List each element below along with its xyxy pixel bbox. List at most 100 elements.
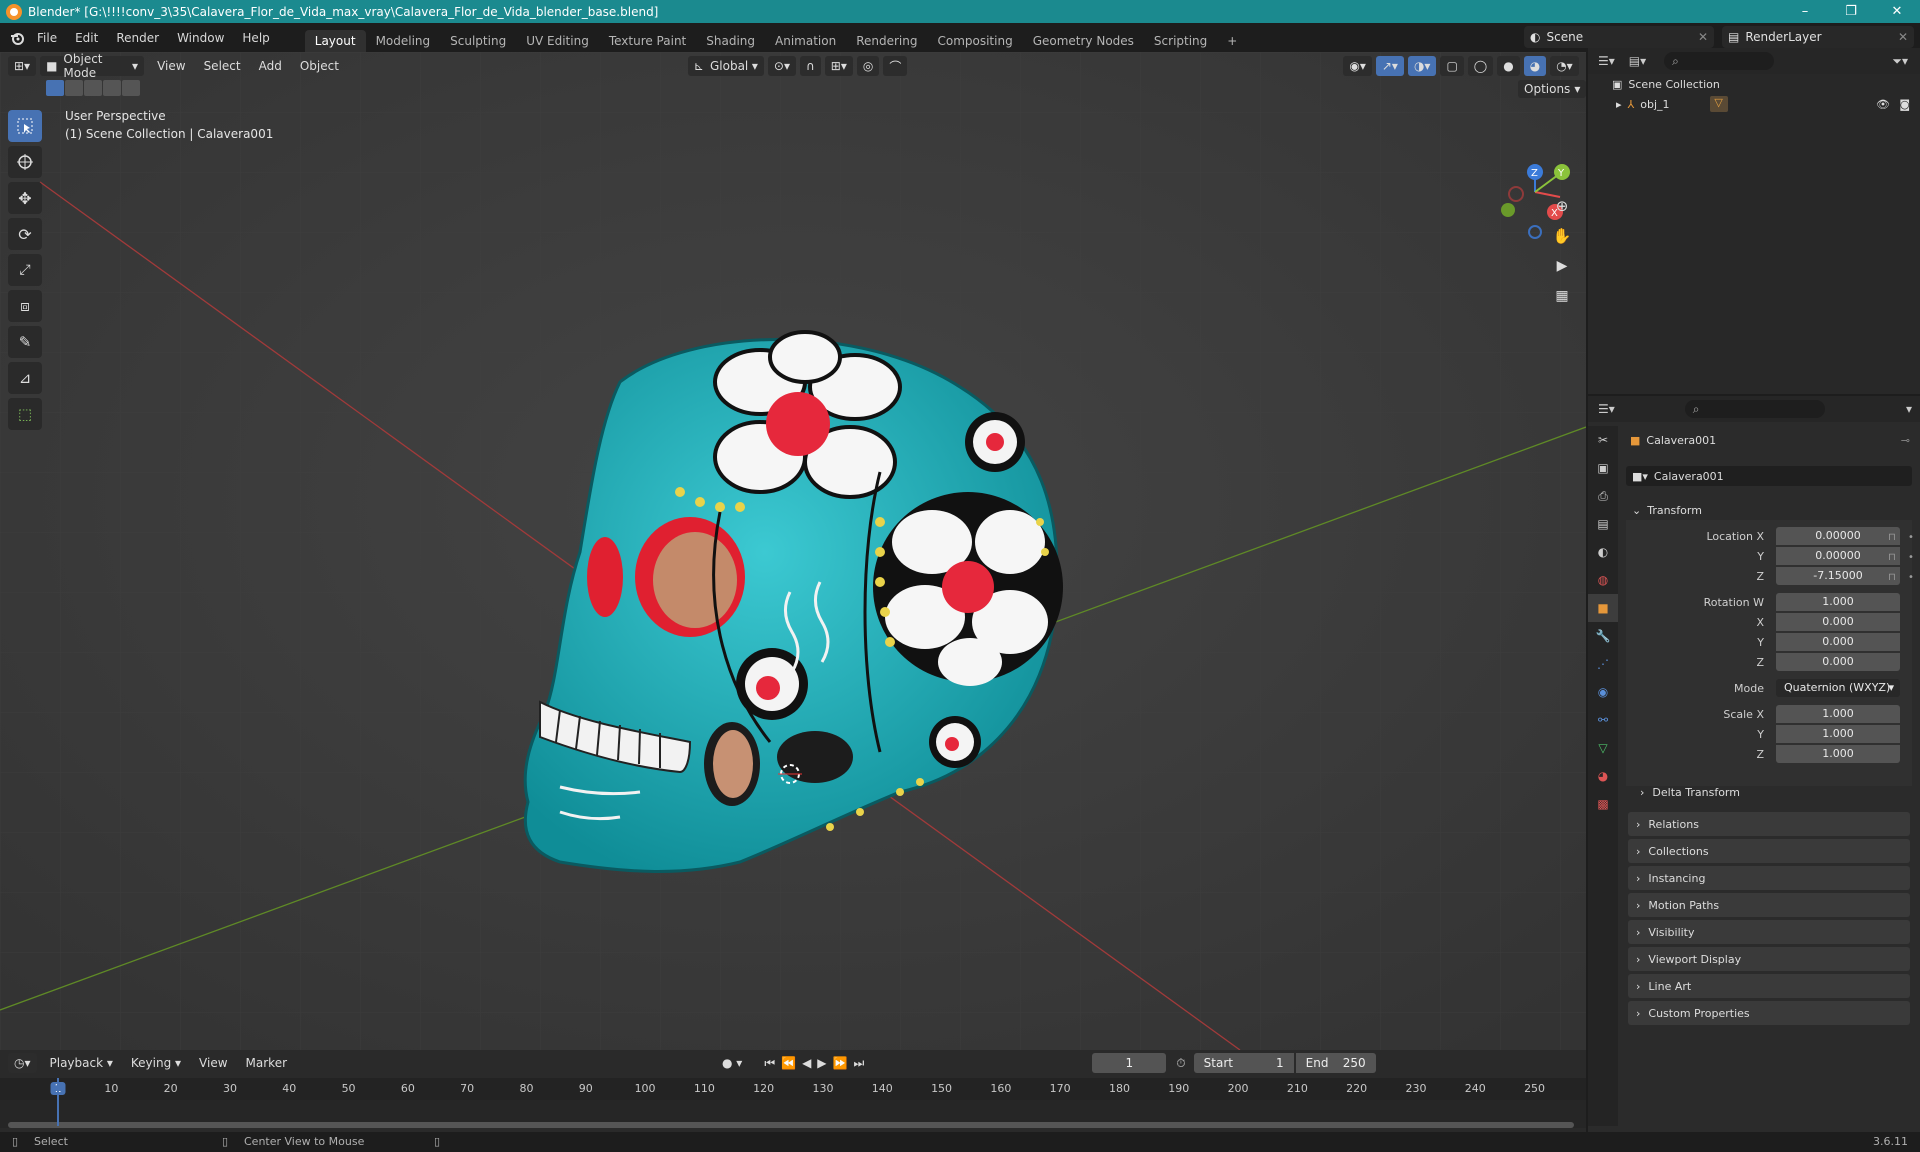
tab-modeling[interactable]: Modeling <box>366 30 441 52</box>
minimize-button[interactable]: – <box>1782 0 1828 23</box>
current-frame-field[interactable]: 1 <box>1092 1053 1167 1073</box>
viewport-canvas[interactable]: Z Y X <box>0 52 1586 1050</box>
shading-rendered[interactable]: ◔▾ <box>1550 56 1579 76</box>
timeline-menu-keying[interactable]: Keying ▾ <box>122 1056 190 1070</box>
gizmo-toggle[interactable]: ↗▾ <box>1375 56 1404 76</box>
properties-search-input[interactable]: ⌕ <box>1684 400 1825 418</box>
tab-particles[interactable]: ⋰ <box>1588 650 1618 678</box>
pan-button[interactable]: ✋ <box>1548 222 1576 250</box>
timeline-scrollbar[interactable] <box>8 1122 1574 1128</box>
panel-visibility[interactable]: › Visibility <box>1628 920 1910 944</box>
camera-icon[interactable]: ◙ <box>1899 98 1910 111</box>
end-frame-field[interactable]: End 250 <box>1295 1053 1376 1073</box>
cursor-tool[interactable] <box>8 146 42 178</box>
select-new-icon[interactable] <box>46 80 64 96</box>
tab-uv-editing[interactable]: UV Editing <box>516 30 599 52</box>
transform-panel-header[interactable]: ⌄ Transform <box>1626 500 1912 520</box>
viewport-menu-object[interactable]: Object <box>291 59 348 73</box>
tab-render[interactable]: ▣ <box>1588 454 1618 482</box>
visibility-button[interactable]: ◉▾ <box>1343 56 1372 76</box>
panel-instancing[interactable]: › Instancing <box>1628 866 1910 890</box>
chevron-down-icon[interactable]: ▾ <box>1906 402 1912 416</box>
transform-tool[interactable]: ⧈ <box>8 290 42 322</box>
panel-line-art[interactable]: › Line Art <box>1628 974 1910 998</box>
menu-help[interactable]: Help <box>233 31 278 45</box>
keyframe-dots[interactable]: • • • <box>1908 528 1914 588</box>
transform-orientation-dropdown[interactable]: ⊾ Global ▾ <box>687 56 764 76</box>
display-mode-icon[interactable]: ▤▾ <box>1629 54 1646 68</box>
lock-icon[interactable]: ⊓ ⊓ ⊓ <box>1888 528 1896 588</box>
blender-menu-icon[interactable] <box>6 27 28 49</box>
snap-toggle[interactable]: ∩ <box>800 56 821 76</box>
zoom-button[interactable]: ⊕ <box>1548 192 1576 220</box>
menu-file[interactable]: File <box>28 31 66 45</box>
tab-texture-paint[interactable]: Texture Paint <box>599 30 696 52</box>
select-box-tool[interactable] <box>8 110 42 142</box>
filter-icon[interactable]: ⏷▾ <box>1892 54 1908 69</box>
tab-shading[interactable]: Shading <box>696 30 765 52</box>
object-datablock-field[interactable]: ■▾ Calavera001 <box>1626 466 1912 486</box>
close-button[interactable]: ✕ <box>1874 0 1920 23</box>
scale-x-field[interactable]: 1.000 <box>1776 705 1900 723</box>
editor-type-button[interactable]: ⊞▾ <box>8 56 37 76</box>
scale-tool[interactable]: ⤢ <box>8 254 42 286</box>
timeline-editor-type[interactable]: ◷▾ <box>8 1053 37 1073</box>
rotation-z-field[interactable]: 0.000 <box>1776 653 1900 671</box>
tab-output[interactable]: ⎙ <box>1588 482 1618 510</box>
viewport-menu-select[interactable]: Select <box>195 59 250 73</box>
rotation-mode-dropdown[interactable]: Quaternion (WXYZ) ▾ <box>1776 679 1900 697</box>
record-icon[interactable]: ● ▾ <box>722 1056 742 1070</box>
xray-toggle[interactable]: ▢ <box>1440 56 1464 76</box>
move-tool[interactable]: ✥ <box>8 182 42 214</box>
scene-selector[interactable]: ◐ Scene ✕ <box>1524 26 1714 48</box>
panel-custom-properties[interactable]: › Custom Properties <box>1628 1001 1910 1025</box>
panel-viewport-display[interactable]: › Viewport Display <box>1628 947 1910 971</box>
eye-icon[interactable]: 👁 <box>1876 98 1890 111</box>
timeline-menu-view[interactable]: View <box>190 1056 236 1070</box>
location-x-field[interactable]: 0.00000 <box>1776 527 1900 545</box>
panel-motion-paths[interactable]: › Motion Paths <box>1628 893 1910 917</box>
rotation-x-field[interactable]: 0.000 <box>1776 613 1900 631</box>
tab-rendering[interactable]: Rendering <box>846 30 927 52</box>
viewport-menu-view[interactable]: View <box>148 59 194 73</box>
proportional-edit-toggle[interactable]: ◎ <box>856 56 880 76</box>
playhead[interactable] <box>57 1078 59 1126</box>
panel-collections[interactable]: › Collections <box>1628 839 1910 863</box>
tab-constraints[interactable]: ⚯ <box>1588 706 1618 734</box>
start-frame-field[interactable]: Start 1 <box>1193 1053 1294 1073</box>
maximize-button[interactable]: ❐ <box>1828 0 1874 23</box>
tab-data[interactable]: ▽ <box>1588 734 1618 762</box>
tab-physics[interactable]: ◉ <box>1588 678 1618 706</box>
viewport-menu-add[interactable]: Add <box>250 59 291 73</box>
timeline-menu-marker[interactable]: Marker <box>237 1056 296 1070</box>
view-layer-selector[interactable]: ▤ RenderLayer ✕ <box>1722 26 1914 48</box>
tab-layout[interactable]: Layout <box>304 30 366 52</box>
annotate-tool[interactable]: ✎ <box>8 326 42 358</box>
tab-view-layer[interactable]: ▤ <box>1588 510 1618 538</box>
menu-window[interactable]: Window <box>168 31 233 45</box>
rotate-tool[interactable]: ⟳ <box>8 218 42 250</box>
frame-ruler[interactable]: 1102030405060708090100110120130140150160… <box>0 1078 1586 1100</box>
shading-solid[interactable]: ● <box>1497 56 1520 76</box>
outliner-search-input[interactable]: ⌕ <box>1664 52 1775 70</box>
menu-edit[interactable]: Edit <box>66 31 107 45</box>
measure-tool[interactable]: ⊿ <box>8 362 42 394</box>
tab-geometry-nodes[interactable]: Geometry Nodes <box>1023 30 1144 52</box>
outliner-row-scene-collection[interactable]: ▣ Scene Collection <box>1588 74 1920 94</box>
rotation-y-field[interactable]: 0.000 <box>1776 633 1900 651</box>
panel-relations[interactable]: › Relations <box>1628 812 1910 836</box>
location-z-field[interactable]: -7.15000 <box>1776 567 1900 585</box>
shading-material[interactable]: ◕ <box>1523 56 1547 76</box>
falloff-button[interactable]: ⌒ <box>883 56 908 76</box>
playback-controls[interactable]: ⏮⏪◀▶⏩⏭ <box>764 1056 870 1071</box>
outliner-row-obj-1[interactable]: ▸ ⅄ obj_1 ▽ 👁 ◙ <box>1588 94 1920 114</box>
timeline-menu-playback[interactable]: Playback ▾ <box>41 1056 122 1070</box>
view-layer-close-icon[interactable]: ✕ <box>1898 30 1908 44</box>
tab-texture[interactable]: ▩ <box>1588 790 1618 818</box>
tab-scene[interactable]: ◐ <box>1588 538 1618 566</box>
options-dropdown[interactable]: Options ▾ <box>1518 80 1586 98</box>
select-intersect-icon[interactable] <box>122 80 140 96</box>
camera-view-button[interactable]: ▶ <box>1548 252 1576 280</box>
overlays-toggle[interactable]: ◑▾ <box>1407 56 1437 76</box>
location-y-field[interactable]: 0.00000 <box>1776 547 1900 565</box>
